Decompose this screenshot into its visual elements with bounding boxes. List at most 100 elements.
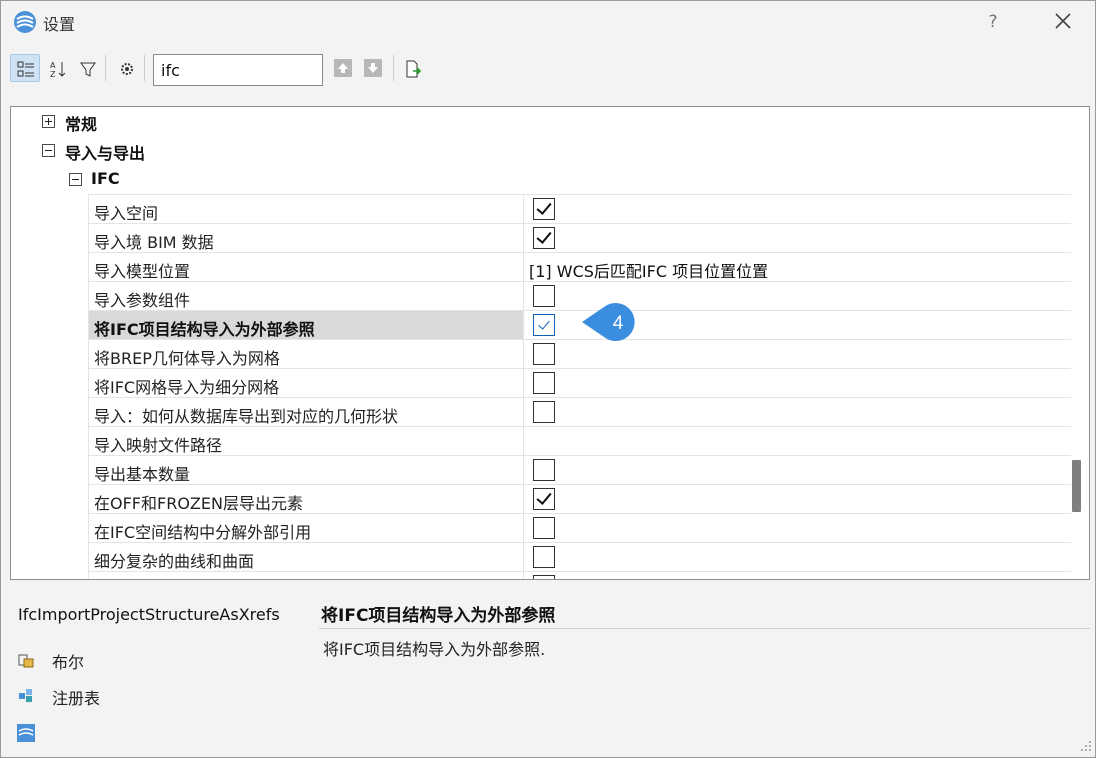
property-row[interactable]: 细分复杂的曲线和曲面 [88,542,1089,571]
checkbox[interactable] [533,459,555,481]
search-input[interactable] [153,54,323,86]
alphabetical-view-button[interactable]: A Z [42,54,72,82]
app-logo-icon [17,724,35,742]
property-row[interactable]: 导入模型位置 [1] WCS后匹配IFC 项目位置位置 [88,252,1089,282]
checkbox[interactable] [533,285,555,307]
expand-icon[interactable] [42,115,55,128]
filter-icon [80,62,96,77]
svg-text:A: A [50,61,56,70]
setting-type-label: 布尔 [52,653,85,672]
property-name-cell: 导入：如何从数据库导出到对应的几何形状 [88,398,523,426]
previous-result-button[interactable] [334,59,352,77]
property-value-cell [523,369,1089,397]
property-name: 将BREP几何体导入为网格 [94,349,280,368]
property-row[interactable]: 导出基本数量 [88,455,1089,484]
property-row[interactable]: 导入境 BIM 数据 [88,223,1089,252]
property-row[interactable]: 在OFF和FROZEN层导出元素 [88,484,1089,513]
callout-number: 4 [613,313,624,334]
property-name-cell: 将BREP几何体导入为网格 [88,340,523,368]
toolbar-separator [393,55,394,81]
checkbox[interactable] [533,198,555,220]
property-value-cell [523,398,1089,426]
settings-tree: 常规 导入与导出 IFC 导入空间 导入境 BIM 数据 导入模型位置 [1] … [10,106,1090,580]
gear-icon [121,63,133,75]
property-row[interactable]: 导入空间 [88,194,1089,223]
boolean-type-icon [18,654,34,668]
property-value-cell [523,543,1089,571]
property-name-cell: 导入境 BIM 数据 [88,224,523,252]
property-name-cell: 导入映射文件路径 [88,427,523,455]
property-row[interactable]: 在IFC空间结构中分解外部引用 [88,513,1089,542]
toolbar-separator [144,55,145,81]
property-name-cell: 在IFC空间结构中分解外部引用 [88,514,523,542]
checkbox[interactable] [533,517,555,539]
checkbox[interactable] [533,401,555,423]
property-name-cell [88,572,523,579]
app-logo-icon [14,11,36,33]
svg-text:Z: Z [50,70,56,78]
export-button[interactable] [397,54,427,82]
collapse-icon[interactable] [42,144,55,157]
property-value-cell[interactable]: [1] WCS后匹配IFC 项目位置位置 [523,253,1089,282]
property-value-cell [523,195,1089,223]
close-icon[interactable] [1049,7,1077,35]
property-value-cell [523,485,1089,513]
property-row[interactable]: 将IFC网格导入为细分网格 [88,368,1089,397]
categorized-view-icon [17,61,34,77]
toolbar: A Z [1,49,1095,89]
filter-button[interactable] [72,54,102,82]
property-name-cell: 细分复杂的曲线和曲面 [88,543,523,571]
checkbox[interactable] [533,227,555,249]
property-value[interactable]: [1] WCS后匹配IFC 项目位置位置 [529,258,768,282]
registry-icon [19,689,32,702]
next-result-button[interactable] [364,59,382,77]
property-row[interactable]: 将BREP几何体导入为网格 [88,339,1089,368]
scrollbar-thumb[interactable] [1072,460,1081,512]
property-value-cell[interactable] [523,427,1089,455]
collapse-icon[interactable] [69,173,82,186]
checkbox[interactable] [533,546,555,568]
resize-grip-icon[interactable] [1079,739,1093,753]
property-name: 细分复杂的曲线和曲面 [94,552,255,571]
property-value-cell [523,340,1089,368]
property-name-cell: 在OFF和FROZEN层导出元素 [88,485,523,513]
toolbar-separator [105,55,106,81]
property-name-cell: 导入模型位置 [88,253,523,281]
property-value-cell [523,224,1089,252]
property-name-cell: 导入空间 [88,195,523,223]
property-row[interactable]: 导入：如何从数据库导出到对应的几何形状 [88,397,1089,426]
setting-storage-label: 注册表 [52,689,101,708]
property-name-cell: 导出基本数量 [88,456,523,484]
checkbox[interactable] [533,488,555,510]
arrow-down-icon [368,63,378,73]
group-label: 常规 [65,115,98,134]
window-title: 设置 [43,15,76,34]
checkbox[interactable] [533,575,555,579]
help-button[interactable]: ? [983,9,1003,35]
arrow-up-icon [338,63,348,73]
tree-group-ifc[interactable]: IFC [11,165,1071,194]
categorized-view-button[interactable] [10,54,40,82]
tree-group-import-export[interactable]: 导入与导出 [11,136,1071,165]
settings-dialog: 设置 ? A Z ifc 常规 导入与导出 IFC 导入空间 导入境 BIM 数… [0,0,1096,758]
setting-title: 将IFC项目结构导入为外部参照 [321,606,556,626]
alphabetical-view-icon: A Z [50,61,66,78]
setting-description: 将IFC项目结构导入为外部参照. [323,640,546,659]
checkbox[interactable] [533,343,555,365]
group-label: IFC [91,169,120,188]
checkbox[interactable] [533,372,555,394]
settings-manager-button[interactable] [111,54,141,82]
setting-variable-name: IfcImportProjectStructureAsXrefs [18,605,280,624]
property-row-partial[interactable] [88,571,1089,579]
property-row[interactable]: 导入映射文件路径 [88,426,1089,455]
property-name-cell: 将IFC网格导入为细分网格 [88,369,523,397]
title-bar: 设置 ? [1,1,1095,43]
property-name-cell: 导入参数组件 [88,282,523,310]
property-name: 导入映射文件路径 [94,436,223,455]
property-value-cell [523,456,1089,484]
tree-group-general[interactable]: 常规 [11,107,1071,136]
property-name: 在OFF和FROZEN层导出元素 [94,494,303,513]
divider [319,628,1090,629]
checkbox[interactable] [533,314,555,336]
property-name: 导入空间 [94,204,159,223]
